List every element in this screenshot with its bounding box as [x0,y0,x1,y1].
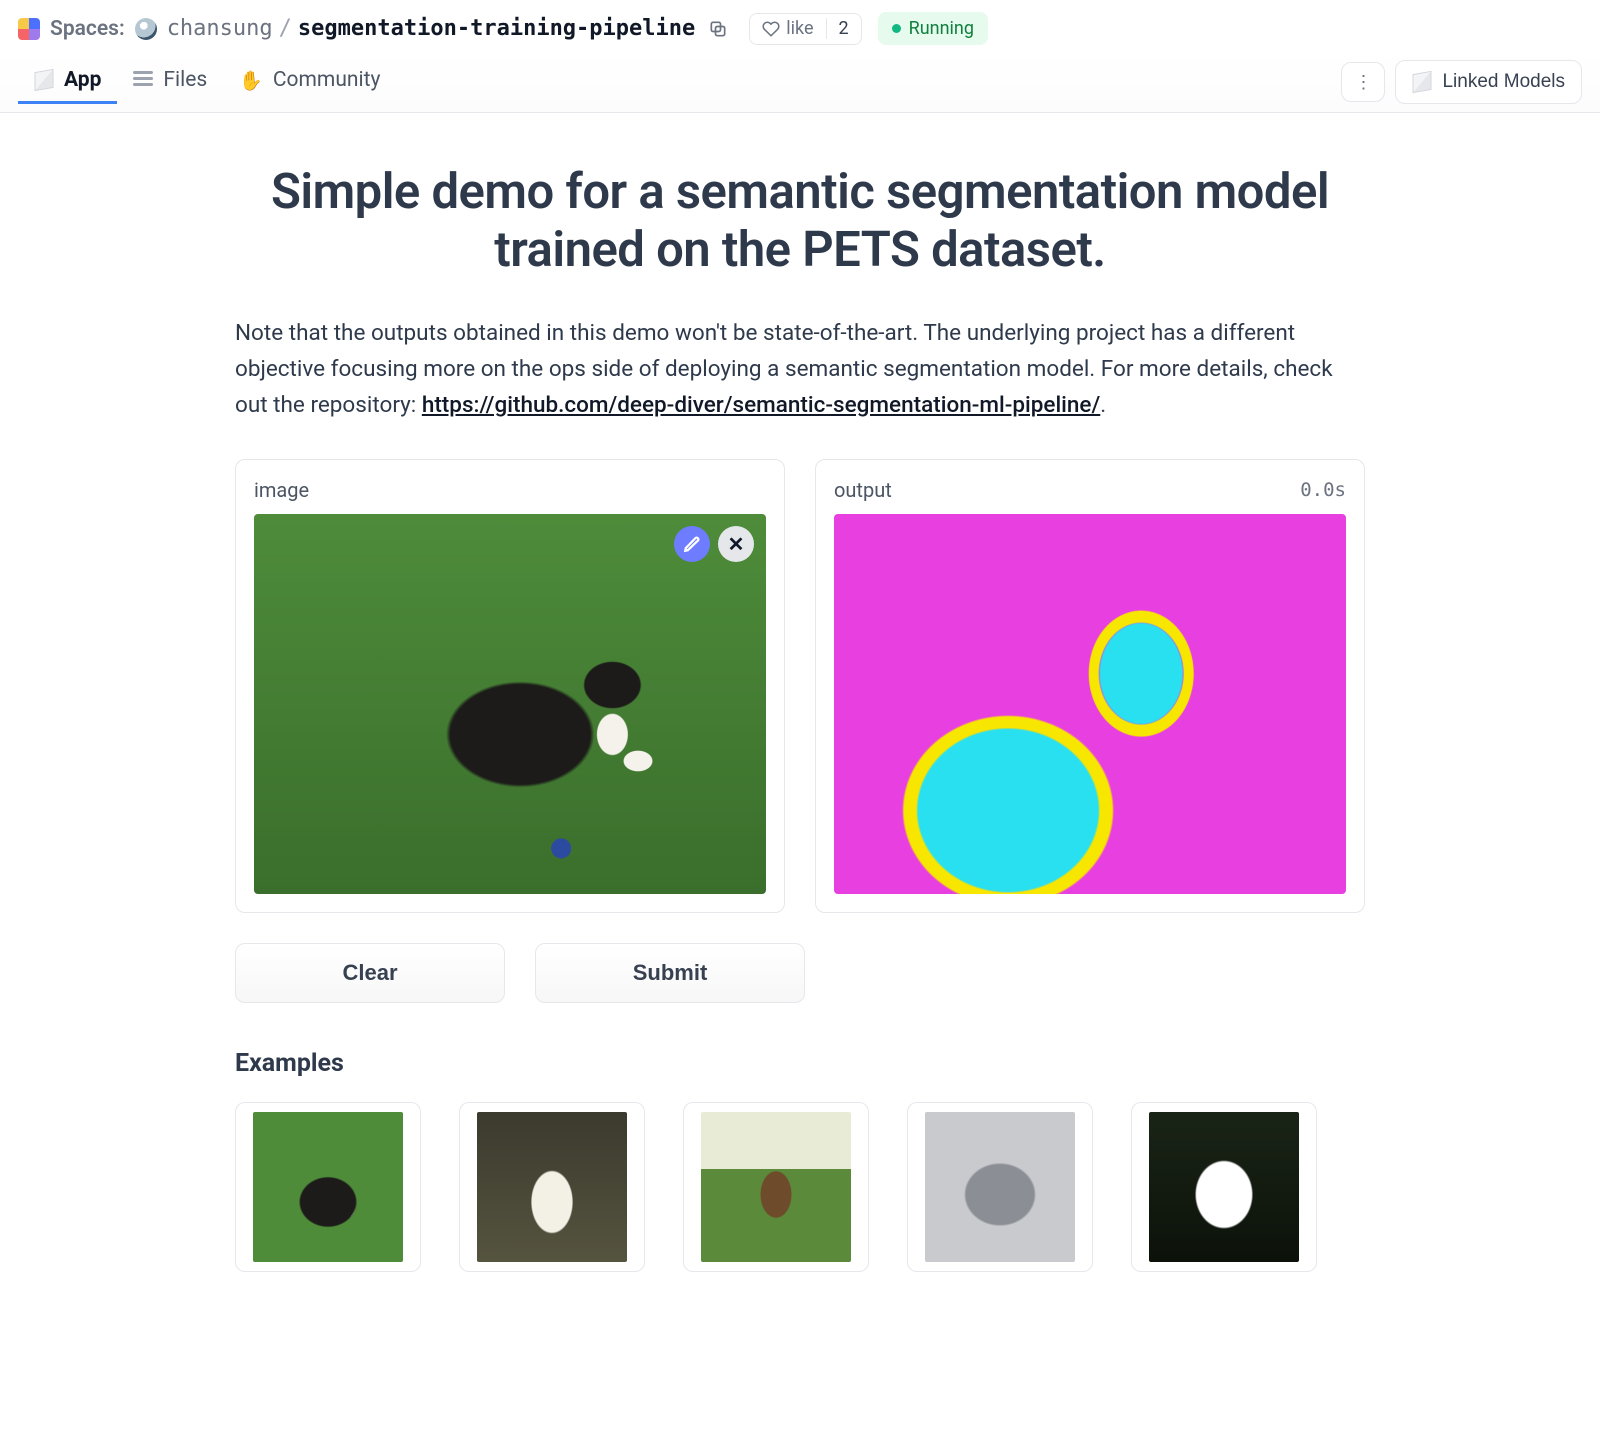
dots-vertical-icon: ⋮ [1354,73,1372,91]
status-dot-icon [892,24,901,33]
platform-label: Spaces: [50,17,125,41]
files-icon [133,71,153,89]
spaces-logo-icon [18,18,40,40]
like-pill: like 2 [749,13,861,45]
remove-image-button[interactable]: ✕ [718,526,754,562]
input-panel: image ✕ [235,459,785,913]
example-thumb [701,1112,851,1262]
io-row: image ✕ output 0.0s [235,459,1365,913]
example-5[interactable] [1131,1102,1317,1272]
breadcrumb-separator: / [279,16,292,41]
breadcrumb-owner[interactable]: chansung [167,16,273,41]
more-options-button[interactable]: ⋮ [1341,62,1385,102]
output-image-wrap [834,514,1346,894]
edit-image-button[interactable] [674,526,710,562]
header: Spaces: chansung / segmentation-training… [0,0,1600,51]
clear-button[interactable]: Clear [235,943,505,1003]
description-suffix: . [1100,392,1106,418]
example-thumb [925,1112,1075,1262]
app-icon [35,69,54,91]
copy-icon[interactable] [705,16,731,42]
tab-community-label: Community [273,68,381,92]
repo-link[interactable]: https://github.com/deep-diver/semantic-s… [422,392,1100,418]
model-icon [1413,70,1432,92]
community-icon: ✋ [239,69,263,92]
output-label: output [834,478,892,502]
breadcrumb: chansung / segmentation-training-pipelin… [167,16,696,41]
avatar[interactable] [135,18,157,40]
pencil-icon [683,535,701,553]
page-title: Simple demo for a semantic segmentation … [235,163,1365,279]
example-thumb [1149,1112,1299,1262]
image-edit-controls: ✕ [674,526,754,562]
input-image-wrap[interactable]: ✕ [254,514,766,894]
like-label: like [786,18,813,39]
submit-button[interactable]: Submit [535,943,805,1003]
example-thumb [253,1112,403,1262]
example-thumb [477,1112,627,1262]
close-icon: ✕ [728,532,745,556]
like-count: 2 [826,18,861,39]
linked-models-button[interactable]: Linked Models [1395,60,1582,104]
example-3[interactable] [683,1102,869,1272]
output-timing: 0.0s [1300,479,1346,501]
examples-row [235,1102,1365,1272]
action-row: Clear Submit [235,943,1365,1003]
breadcrumb-repo[interactable]: segmentation-training-pipeline [298,16,695,41]
tab-app[interactable]: App [18,60,117,104]
like-button[interactable]: like [750,18,825,39]
output-panel: output 0.0s [815,459,1365,913]
status-label: Running [909,18,974,39]
tab-row: App Files ✋ Community ⋮ Linked Models [0,51,1600,113]
tab-files[interactable]: Files [117,60,223,104]
output-image [834,514,1346,894]
tab-community[interactable]: ✋ Community [223,60,396,104]
examples-heading: Examples [235,1049,1365,1078]
tab-app-label: App [64,68,101,92]
input-image [254,514,766,894]
input-label: image [254,478,309,502]
status-badge: Running [878,12,988,45]
heart-icon [762,20,780,38]
example-2[interactable] [459,1102,645,1272]
tab-files-label: Files [163,68,207,92]
description: Note that the outputs obtained in this d… [235,315,1365,423]
example-4[interactable] [907,1102,1093,1272]
app-content: Simple demo for a semantic segmentation … [225,163,1375,1332]
linked-models-label: Linked Models [1442,71,1565,93]
example-1[interactable] [235,1102,421,1272]
